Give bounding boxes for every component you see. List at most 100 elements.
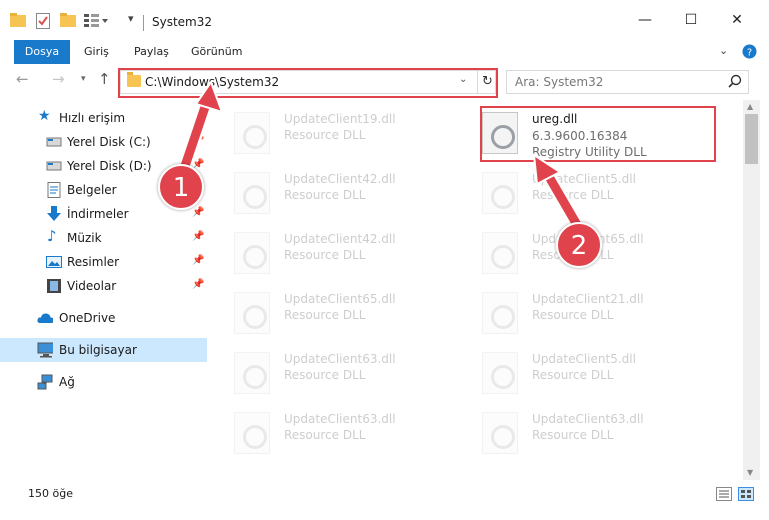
download-icon: [47, 206, 61, 221]
dll-file-icon: [482, 412, 518, 454]
sidebar-item-this-pc[interactable]: Bu bilgisayar: [0, 338, 207, 362]
file-item[interactable]: UpdateClient65.dll Resource DLL: [222, 284, 462, 340]
file-name: UpdateClient21.dll: [532, 292, 644, 306]
forward-arrow-icon[interactable]: →: [52, 70, 65, 88]
sidebar-item-music[interactable]: ♪ Müzik 📌: [0, 226, 207, 250]
back-arrow-icon[interactable]: ←: [16, 70, 29, 88]
file-description: Resource DLL: [532, 368, 614, 382]
tab-view[interactable]: Görünüm: [191, 40, 242, 64]
quick-access-dropdown-icon[interactable]: ▾: [128, 12, 134, 25]
file-item[interactable]: UpdateClient21.dll Resource DLL: [470, 284, 710, 340]
status-bar: 150 öğe: [0, 480, 769, 520]
file-name: UpdateClient19.dll: [284, 112, 396, 126]
window-title: System32: [152, 15, 213, 29]
file-name: UpdateClient5.dll: [532, 172, 636, 186]
explorer-window: ▾ System32 — ☐ ✕ Dosya Giriş Paylaş Görü…: [0, 0, 769, 520]
music-icon: ♪: [47, 227, 57, 245]
navigation-pane: ★ Hızlı erişim Yerel Disk (C:) 📌 Yerel D…: [0, 100, 210, 480]
dll-file-icon: [234, 292, 270, 334]
sidebar-item-videos[interactable]: Videolar 📌: [0, 274, 207, 298]
sidebar-item-quick-access[interactable]: ★ Hızlı erişim: [0, 106, 207, 130]
cloud-icon: [37, 313, 53, 323]
sidebar-item-disk-c[interactable]: Yerel Disk (C:) 📌: [0, 130, 207, 154]
file-description: Resource DLL: [284, 128, 366, 142]
network-icon: [37, 374, 53, 390]
dll-file-icon: [482, 232, 518, 274]
pin-icon: 📌: [192, 255, 205, 266]
highlight-box-address: [118, 68, 498, 98]
sidebar-item-label: Resimler: [67, 255, 120, 269]
file-name: UpdateClient42.dll: [284, 232, 396, 246]
item-count: 150 öğe: [28, 487, 73, 500]
sidebar-item-onedrive[interactable]: OneDrive: [0, 306, 207, 330]
sidebar-item-label: Videolar: [67, 279, 117, 293]
sidebar-item-label: Yerel Disk (C:): [67, 135, 151, 149]
sidebar-item-network[interactable]: Ağ: [0, 370, 207, 394]
dll-file-icon: [482, 292, 518, 334]
close-button[interactable]: ✕: [722, 8, 752, 32]
file-name: UpdateClient63.dll: [284, 352, 396, 366]
sidebar-item-label: Belgeler: [67, 183, 117, 197]
customize-toolbar-icon[interactable]: [84, 13, 108, 27]
file-item[interactable]: UpdateClient63.dll Resource DLL: [222, 344, 462, 400]
maximize-button[interactable]: ☐: [676, 8, 706, 32]
title-separator: [143, 15, 144, 31]
sidebar-item-label: OneDrive: [59, 311, 116, 325]
file-item[interactable]: UpdateClient5.dll Resource DLL: [470, 164, 710, 220]
ribbon-tabs: Dosya Giriş Paylaş Görünüm ⌄ ?: [0, 40, 769, 64]
file-description: Resource DLL: [284, 308, 366, 322]
up-arrow-icon[interactable]: ↑: [98, 70, 111, 88]
dll-file-icon: [234, 352, 270, 394]
file-description: Resource DLL: [532, 308, 614, 322]
file-name: UpdateClient63.dll: [284, 412, 396, 426]
new-folder-icon[interactable]: [60, 13, 76, 27]
tab-file[interactable]: Dosya: [14, 40, 70, 64]
help-icon[interactable]: ?: [742, 44, 757, 59]
large-icons-view-icon[interactable]: [738, 487, 754, 501]
pin-icon: 📌: [192, 279, 205, 290]
file-name: UpdateClient63.dll: [532, 412, 644, 426]
file-description: Resource DLL: [284, 188, 366, 202]
file-item[interactable]: UpdateClient42.dll Resource DLL: [222, 224, 462, 280]
tab-share[interactable]: Paylaş: [134, 40, 169, 64]
scroll-up-icon[interactable]: ▲: [747, 102, 753, 111]
tab-home[interactable]: Giriş: [84, 40, 109, 64]
file-item[interactable]: UpdateClient5.dll Resource DLL: [470, 344, 710, 400]
dll-file-icon: [234, 172, 270, 214]
file-item[interactable]: UpdateClient63.dll Resource DLL: [222, 404, 462, 460]
file-list: UpdateClient19.dll Resource DLL UpdateCl…: [218, 100, 740, 480]
file-name: UpdateClient5.dll: [532, 352, 636, 366]
step-badge-2: 2: [556, 222, 602, 268]
dll-file-icon: [482, 352, 518, 394]
pin-icon: 📌: [192, 135, 205, 146]
scroll-down-icon[interactable]: ▼: [747, 468, 753, 477]
computer-icon: [37, 342, 53, 358]
recent-locations-icon[interactable]: ▾: [81, 74, 86, 84]
file-item[interactable]: UpdateClient42.dll Resource DLL: [222, 164, 462, 220]
video-icon: [47, 279, 61, 293]
scrollbar-thumb[interactable]: [745, 114, 758, 164]
minimize-button[interactable]: —: [630, 8, 660, 32]
drive-icon: [46, 161, 62, 171]
sidebar-item-label: Müzik: [67, 231, 102, 245]
sidebar-item-pictures[interactable]: Resimler 📌: [0, 250, 207, 274]
dll-file-icon: [234, 412, 270, 454]
details-view-icon[interactable]: [716, 487, 732, 501]
properties-icon[interactable]: [36, 13, 50, 29]
file-description: Resource DLL: [532, 188, 614, 202]
chevron-down-icon[interactable]: ⌄: [719, 44, 728, 57]
file-name: UpdateClient65.dll: [284, 292, 396, 306]
file-description: Resource DLL: [532, 428, 614, 442]
drive-icon: [46, 137, 62, 147]
sidebar-item-label: Yerel Disk (D:): [67, 159, 152, 173]
search-icon[interactable]: [728, 74, 742, 88]
pin-icon: 📌: [192, 231, 205, 242]
vertical-scrollbar[interactable]: ▲ ▼: [743, 100, 760, 480]
step-badge-1: 1: [158, 164, 204, 210]
document-icon: [47, 182, 61, 198]
pictures-icon: [46, 256, 62, 268]
file-item[interactable]: UpdateClient63.dll Resource DLL: [470, 404, 710, 460]
dll-file-icon: [234, 232, 270, 274]
search-input[interactable]: Ara: System32: [506, 70, 749, 94]
file-item[interactable]: UpdateClient19.dll Resource DLL: [222, 104, 462, 160]
